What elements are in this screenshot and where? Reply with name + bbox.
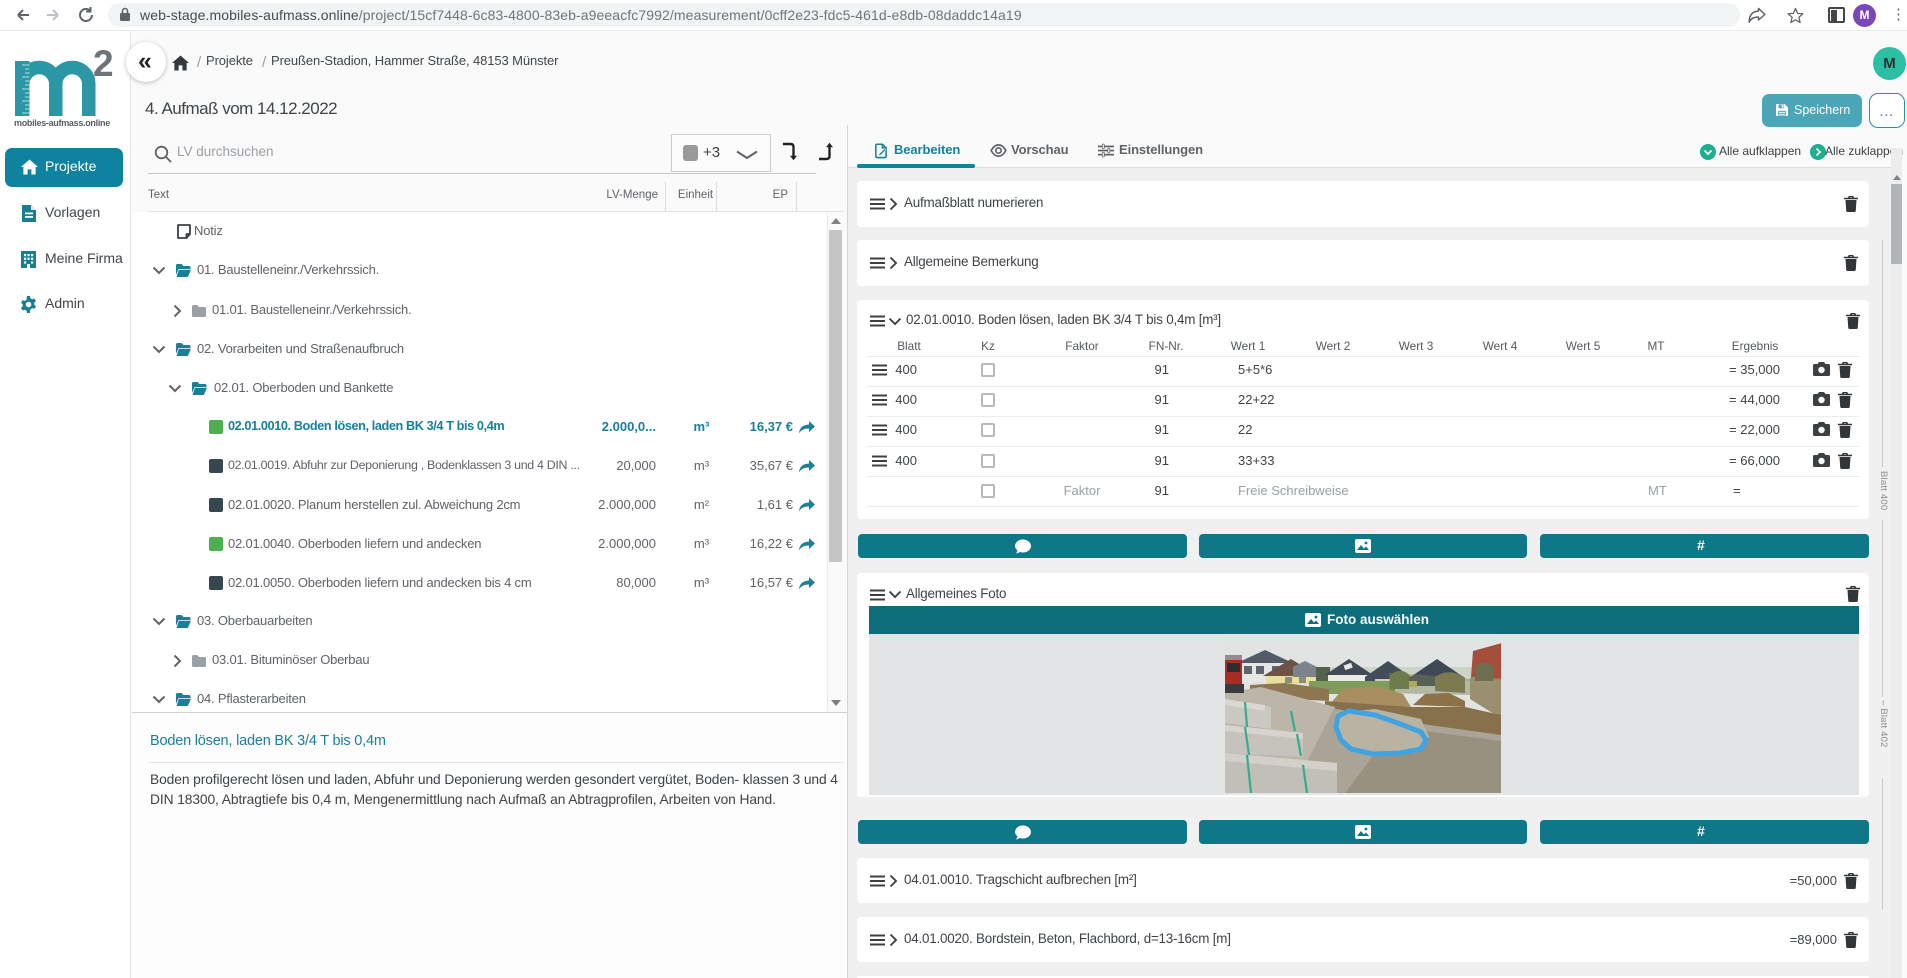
svg-text:mobiles-aufmass.online: mobiles-aufmass.online <box>14 118 110 128</box>
svg-text:2: 2 <box>93 43 113 84</box>
